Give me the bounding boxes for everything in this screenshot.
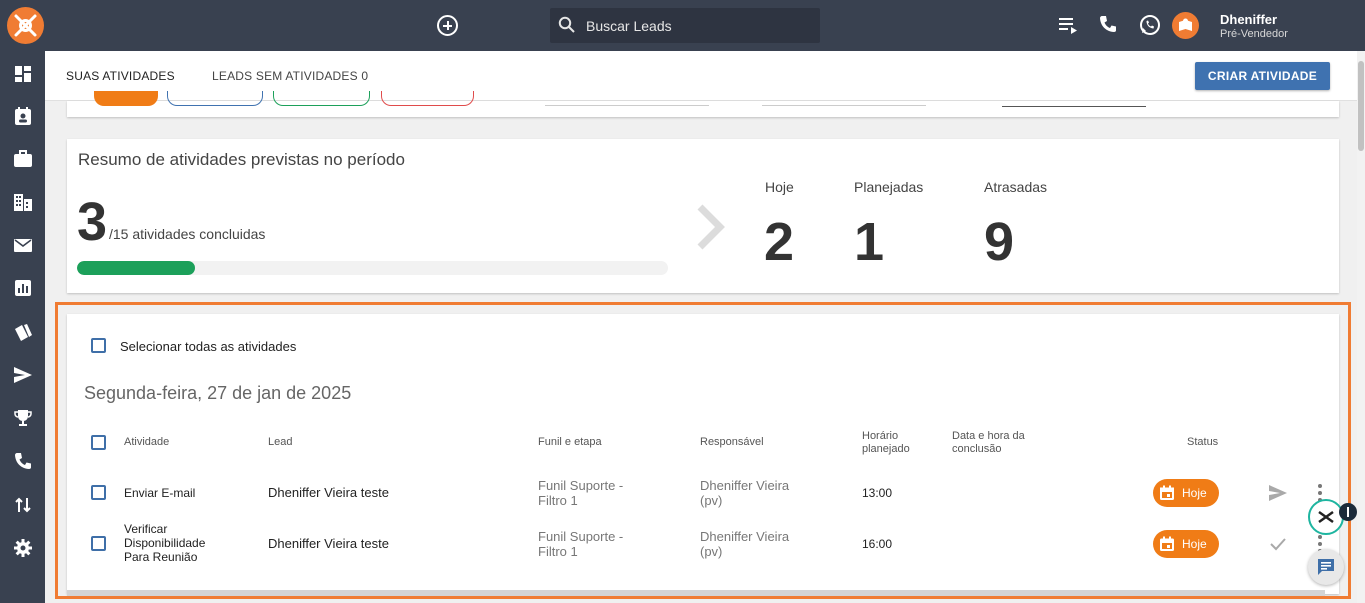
filter-field-line[interactable] <box>762 105 926 106</box>
swap-icon[interactable] <box>12 494 34 516</box>
filter-field-line[interactable] <box>1002 106 1146 107</box>
chat-icon <box>1318 559 1334 575</box>
scrollbar[interactable] <box>1357 51 1365 603</box>
summary-card: Resumo de atividades previstas no períod… <box>67 139 1339 293</box>
stat-planejadas-label: Planejadas <box>854 179 924 195</box>
app-logo-icon[interactable] <box>7 7 44 44</box>
mail-icon[interactable] <box>12 234 34 256</box>
sidebar <box>0 51 45 603</box>
stat-atrasadas-value[interactable]: 9 <box>984 211 1014 273</box>
avatar[interactable] <box>1172 12 1199 39</box>
briefcase-icon[interactable] <box>12 148 34 170</box>
helper-widget-button[interactable] <box>1308 499 1344 535</box>
send-nav-icon[interactable] <box>12 364 34 386</box>
add-icon[interactable] <box>437 15 458 36</box>
search-bar[interactable] <box>550 8 820 43</box>
create-activity-button[interactable]: CRIAR ATIVIDADE <box>1195 62 1330 90</box>
dashboard-icon[interactable] <box>12 63 34 85</box>
search-input[interactable] <box>586 8 811 43</box>
report-icon[interactable] <box>12 277 34 299</box>
stat-hoje-value[interactable]: 2 <box>764 211 794 273</box>
user-name[interactable]: Dheniffer <box>1220 12 1277 27</box>
chat-button[interactable] <box>1308 549 1344 585</box>
filter-pill[interactable] <box>273 91 370 106</box>
search-icon <box>558 16 575 33</box>
tab-suas-atividades[interactable]: SUAS ATIVIDADES <box>66 69 175 83</box>
stat-hoje-label: Hoje <box>765 179 794 195</box>
top-bar: Dheniffer Pré-Vendedor <box>0 0 1365 51</box>
filter-pill[interactable] <box>94 91 158 106</box>
collapse-icon <box>1318 510 1334 524</box>
filter-field-line[interactable] <box>545 105 709 106</box>
summary-title: Resumo de atividades previstas no períod… <box>78 150 405 169</box>
highlight-outline <box>55 302 1351 599</box>
phone-nav-icon[interactable] <box>12 451 34 473</box>
contact-calendar-icon[interactable] <box>12 105 34 127</box>
book-icon <box>1179 18 1192 31</box>
building-icon[interactable] <box>12 191 34 213</box>
filter-pill[interactable] <box>167 91 263 106</box>
settings-icon[interactable] <box>12 537 34 559</box>
trophy-icon[interactable] <box>12 407 34 429</box>
completed-count: 3 <box>77 192 108 252</box>
progress-bar <box>77 261 668 275</box>
user-role: Pré-Vendedor <box>1220 28 1288 40</box>
scrollbar-thumb[interactable] <box>1358 61 1364 151</box>
cards-icon[interactable] <box>12 321 34 343</box>
playlist-icon[interactable] <box>1058 14 1080 36</box>
progress-fill <box>77 261 196 275</box>
chevron-right-icon <box>697 204 725 250</box>
stat-planejadas-value[interactable]: 1 <box>854 211 884 273</box>
phone-icon[interactable] <box>1098 14 1118 36</box>
completed-suffix: /15 atividades concluidas <box>109 226 266 242</box>
info-icon[interactable] <box>1339 503 1357 521</box>
stat-atrasadas-label: Atrasadas <box>984 179 1048 195</box>
filter-pill[interactable] <box>381 91 474 106</box>
tab-leads-sem-atividades[interactable]: LEADS SEM ATIVIDADES 0 <box>212 69 368 83</box>
filter-strip <box>67 91 1339 117</box>
whatsapp-icon[interactable] <box>1138 13 1162 37</box>
